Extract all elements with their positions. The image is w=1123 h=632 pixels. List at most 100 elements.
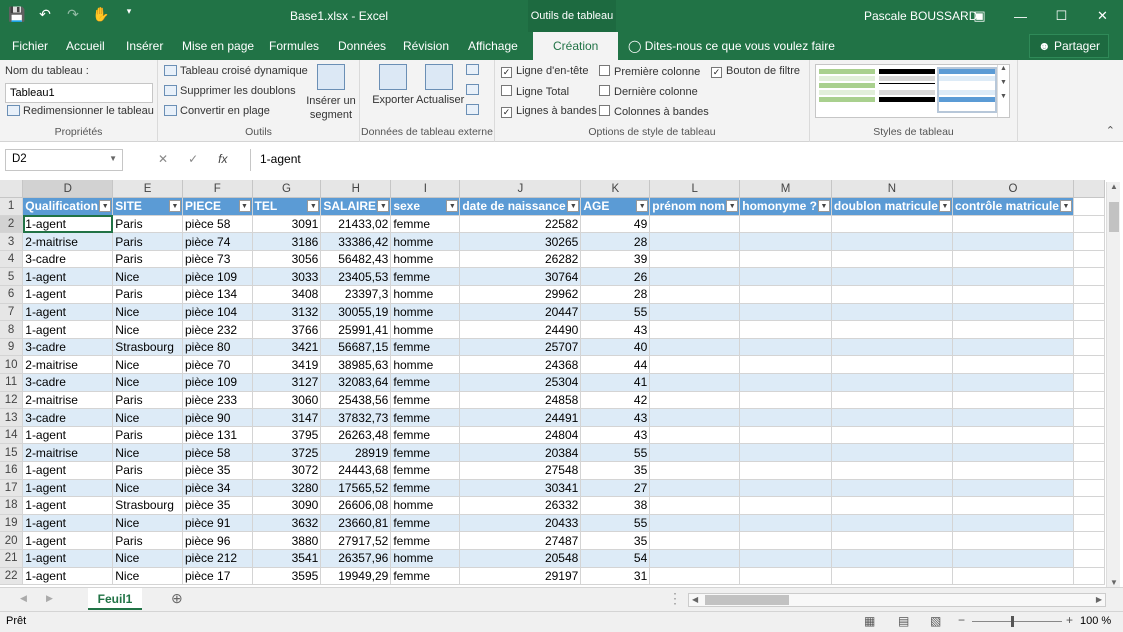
table-cell[interactable]: 3541 (252, 549, 322, 568)
table-cell[interactable] (739, 373, 832, 392)
table-cell[interactable]: 3132 (252, 303, 322, 322)
undo-icon[interactable]: ↶ (36, 6, 54, 23)
normal-view-icon[interactable]: ▦ (864, 614, 875, 628)
table-cell[interactable]: homme (390, 549, 461, 568)
table-cell[interactable]: 24490 (459, 320, 582, 339)
table-cell[interactable] (831, 391, 953, 410)
zoom-slider[interactable] (972, 621, 1062, 622)
table-cell[interactable] (831, 549, 953, 568)
table-cell[interactable]: Nice (112, 373, 183, 392)
column-header[interactable]: N (831, 180, 953, 199)
row-header[interactable]: 8 (0, 320, 24, 339)
scroll-up-icon[interactable]: ▲ (1107, 182, 1121, 191)
table-cell[interactable] (739, 391, 832, 410)
table-cell[interactable]: Nice (112, 443, 183, 462)
table-cell[interactable] (649, 461, 741, 480)
tab-split-icon[interactable]: ⋮ (668, 590, 682, 607)
table-cell[interactable]: pièce 70 (182, 355, 253, 375)
table-cell[interactable] (649, 391, 741, 410)
table-column-header[interactable]: prénom nom ▼ (649, 197, 741, 216)
table-cell[interactable]: 35 (580, 461, 651, 480)
table-cell[interactable]: pièce 35 (182, 496, 253, 515)
scroll-thumb[interactable] (1109, 202, 1119, 232)
zoom-level[interactable]: 100 % (1080, 615, 1111, 627)
name-box[interactable]: D2 ▼ (5, 149, 123, 171)
table-cell[interactable]: pièce 232 (182, 320, 253, 339)
table-column-header[interactable]: contrôle matricule ▼ (952, 197, 1074, 216)
tab-formules[interactable]: Formules (269, 39, 319, 53)
row-header[interactable]: 18 (0, 496, 24, 515)
column-header[interactable]: O (952, 180, 1074, 199)
gallery-scroll[interactable]: ▲ ▼ ▼ (997, 65, 1009, 117)
table-cell[interactable]: 26332 (459, 496, 582, 515)
table-cell[interactable]: Nice (112, 355, 183, 375)
cell[interactable] (1073, 408, 1105, 427)
table-cell[interactable] (952, 215, 1074, 234)
cell[interactable] (1073, 443, 1105, 462)
table-cell[interactable]: 33386,42 (320, 232, 392, 251)
cell[interactable] (1073, 567, 1105, 585)
cell[interactable] (1073, 549, 1105, 568)
prev-sheet-icon[interactable]: ◀ (20, 593, 27, 604)
table-cell[interactable]: 27 (580, 479, 651, 498)
filter-dropdown-icon[interactable]: ▼ (636, 200, 649, 213)
row-header[interactable]: 10 (0, 355, 24, 375)
convert-to-range-button[interactable]: Convertir en plage (164, 105, 270, 117)
row-header[interactable]: 2 (0, 215, 24, 234)
row-header[interactable]: 20 (0, 531, 24, 550)
table-cell[interactable]: 38 (580, 496, 651, 515)
table-cell[interactable]: 3880 (252, 531, 322, 550)
table-cell[interactable]: Paris (112, 426, 183, 445)
table-cell[interactable] (952, 232, 1074, 251)
table-cell[interactable]: 21433,02 (320, 215, 392, 234)
table-cell[interactable]: 29962 (459, 285, 582, 304)
filter-dropdown-icon[interactable]: ▼ (938, 200, 951, 213)
table-cell[interactable]: Nice (112, 408, 183, 427)
column-header[interactable]: F (182, 180, 253, 199)
table-cell[interactable] (649, 549, 741, 568)
table-cell[interactable]: 56482,43 (320, 250, 392, 269)
table-cell[interactable] (831, 496, 953, 515)
table-cell[interactable]: femme (390, 479, 461, 498)
table-cell[interactable]: 19949,29 (320, 567, 392, 585)
tab-accueil[interactable]: Accueil (66, 39, 105, 53)
table-cell[interactable]: 49 (580, 215, 651, 234)
cancel-icon[interactable]: ✕ (158, 152, 168, 166)
cell[interactable] (1073, 232, 1105, 251)
table-cell[interactable]: 26282 (459, 250, 582, 269)
table-cell[interactable]: pièce 73 (182, 250, 253, 269)
table-cell[interactable]: 25991,41 (320, 320, 392, 339)
table-cell[interactable]: Paris (112, 232, 183, 251)
share-button[interactable]: ☻ Partager (1028, 34, 1109, 58)
table-cell[interactable]: pièce 109 (182, 267, 253, 287)
sheet-tab-feuil1[interactable]: Feuil1 (88, 588, 142, 610)
table-cell[interactable]: 27548 (459, 461, 582, 480)
cell[interactable] (1073, 215, 1105, 234)
table-cell[interactable]: 2-maitrise (22, 355, 114, 375)
add-sheet-icon[interactable]: ⊕ (171, 590, 183, 607)
table-cell[interactable]: 3147 (252, 408, 322, 427)
filter-dropdown-icon[interactable]: ▼ (567, 200, 580, 213)
table-cell[interactable] (952, 355, 1074, 375)
active-cell[interactable]: 1-agent (22, 215, 114, 234)
row-header[interactable]: 5 (0, 267, 24, 287)
table-cell[interactable]: femme (390, 461, 461, 480)
table-cell[interactable]: 25438,56 (320, 391, 392, 410)
table-cell[interactable]: 3056 (252, 250, 322, 269)
table-cell[interactable] (739, 267, 832, 287)
style-swatch-green[interactable] (819, 69, 875, 111)
cell[interactable] (1073, 426, 1105, 445)
tab-affichage[interactable]: Affichage (468, 39, 518, 53)
column-header[interactable]: D (22, 180, 114, 199)
table-cell[interactable]: 30265 (459, 232, 582, 251)
tab-fichier[interactable]: Fichier (12, 39, 48, 53)
tab-creation[interactable]: Création (533, 32, 619, 60)
next-sheet-icon[interactable]: ▶ (46, 593, 53, 604)
table-cell[interactable] (649, 355, 741, 375)
last-column-checkbox[interactable]: Dernière colonne (599, 85, 698, 98)
table-cell[interactable]: 2-maitrise (22, 443, 114, 462)
table-cell[interactable]: 1-agent (22, 567, 114, 585)
table-cell[interactable]: 27917,52 (320, 531, 392, 550)
table-cell[interactable] (831, 250, 953, 269)
table-cell[interactable]: 39 (580, 250, 651, 269)
